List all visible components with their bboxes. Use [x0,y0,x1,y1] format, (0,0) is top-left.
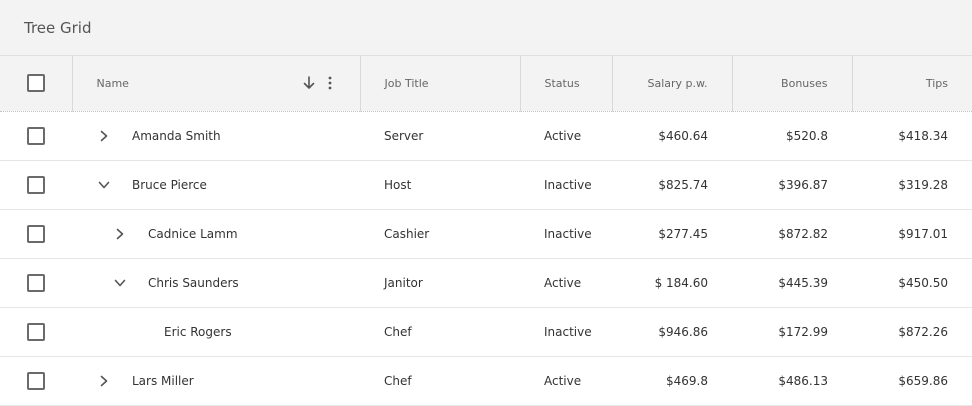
employee-name: Cadnice Lamm [148,226,238,241]
table-row[interactable]: Eric Rogers Chef Inactive $946.86 $172.9… [0,307,972,356]
row-checkbox[interactable] [27,322,45,341]
row-select-cell [0,160,72,209]
status-cell: Active [544,275,582,290]
column-header-name[interactable]: Name [72,56,361,112]
job-title-cell: Server [384,128,424,143]
chevron-down-icon[interactable] [96,177,112,193]
name-cell: Bruce Pierce [72,160,360,209]
job-title-cell: Janitor [384,275,423,290]
header-row: Name Job Title Status Salary p.w. Bonuse… [0,56,972,112]
toggle-placeholder [128,324,144,340]
row-select-cell [0,111,72,160]
select-all-checkbox[interactable] [26,74,45,93]
chevron-right-icon[interactable] [96,128,112,144]
more-vertical-icon[interactable] [324,74,336,92]
tips-cell: $319.28 [898,177,948,192]
chevron-down-icon[interactable] [112,275,128,291]
row-select-cell [0,258,72,307]
bonuses-cell: $172.99 [778,324,828,339]
employee-name: Bruce Pierce [132,177,207,192]
row-select-cell [0,209,72,258]
name-cell: Chris Saunders [72,258,360,307]
column-header-job-title[interactable]: Job Title [360,56,521,112]
table-row[interactable]: Chris Saunders Janitor Active $ 184.60 $… [0,258,972,307]
name-cell: Cadnice Lamm [72,209,360,258]
table-row[interactable]: Bruce Pierce Host Inactive $825.74 $396.… [0,160,972,209]
column-header-bonuses[interactable]: Bonuses [732,56,853,112]
column-header-tips[interactable]: Tips [852,56,972,112]
grid-title: Tree Grid [24,18,92,37]
bonuses-cell: $396.87 [778,177,828,192]
status-cell: Inactive [544,177,592,192]
job-title-cell: Cashier [384,226,430,241]
job-title-cell: Host [384,177,412,192]
arrow-down-icon[interactable] [300,74,318,92]
table-row[interactable]: Amanda Smith Server Active $460.64 $520.… [0,111,972,160]
row-select-cell [0,307,72,356]
status-cell: Active [544,128,582,143]
tips-cell: $872.26 [898,324,948,339]
job-title-cell: Chef [384,373,412,388]
chevron-right-icon[interactable] [96,373,112,389]
status-cell: Active [544,373,582,388]
job-title-cell: Chef [384,324,412,339]
bonuses-cell: $872.82 [778,226,828,241]
grid-title-bar: Tree Grid [0,0,972,56]
row-checkbox[interactable] [27,175,45,194]
column-header-status[interactable]: Status [520,56,613,112]
salary-cell: $ 184.60 [654,275,708,290]
row-checkbox[interactable] [27,371,45,390]
row-checkbox[interactable] [27,126,45,145]
row-checkbox[interactable] [27,224,45,243]
tips-cell: $917.01 [898,226,948,241]
status-cell: Inactive [544,226,592,241]
salary-cell: $277.45 [658,226,708,241]
chevron-right-icon[interactable] [112,226,128,242]
header-select-all-cell [0,56,73,112]
bonuses-cell: $520.8 [786,128,828,143]
name-cell: Lars Miller [72,356,360,405]
tree-grid: Name Job Title Status Salary p.w. Bonuse… [0,56,972,406]
salary-cell: $825.74 [658,177,708,192]
status-cell: Inactive [544,324,592,339]
table-row[interactable]: Cadnice Lamm Cashier Inactive $277.45 $8… [0,209,972,258]
employee-name: Lars Miller [132,373,194,388]
row-select-cell [0,356,72,405]
column-header-name-label: Name [96,76,129,90]
salary-cell: $460.64 [658,128,708,143]
column-header-salary[interactable]: Salary p.w. [612,56,733,112]
name-cell: Amanda Smith [72,111,360,160]
bonuses-cell: $486.13 [778,373,828,388]
tips-cell: $418.34 [898,128,948,143]
name-cell: Eric Rogers [72,307,360,356]
employee-name: Amanda Smith [132,128,221,143]
row-checkbox[interactable] [27,273,45,292]
tips-cell: $659.86 [898,373,948,388]
salary-cell: $946.86 [658,324,708,339]
tips-cell: $450.50 [898,275,948,290]
employee-name: Chris Saunders [148,275,239,290]
bonuses-cell: $445.39 [778,275,828,290]
employee-name: Eric Rogers [164,324,232,339]
salary-cell: $469.8 [666,373,708,388]
table-row[interactable]: Lars Miller Chef Active $469.8 $486.13 $… [0,356,972,405]
